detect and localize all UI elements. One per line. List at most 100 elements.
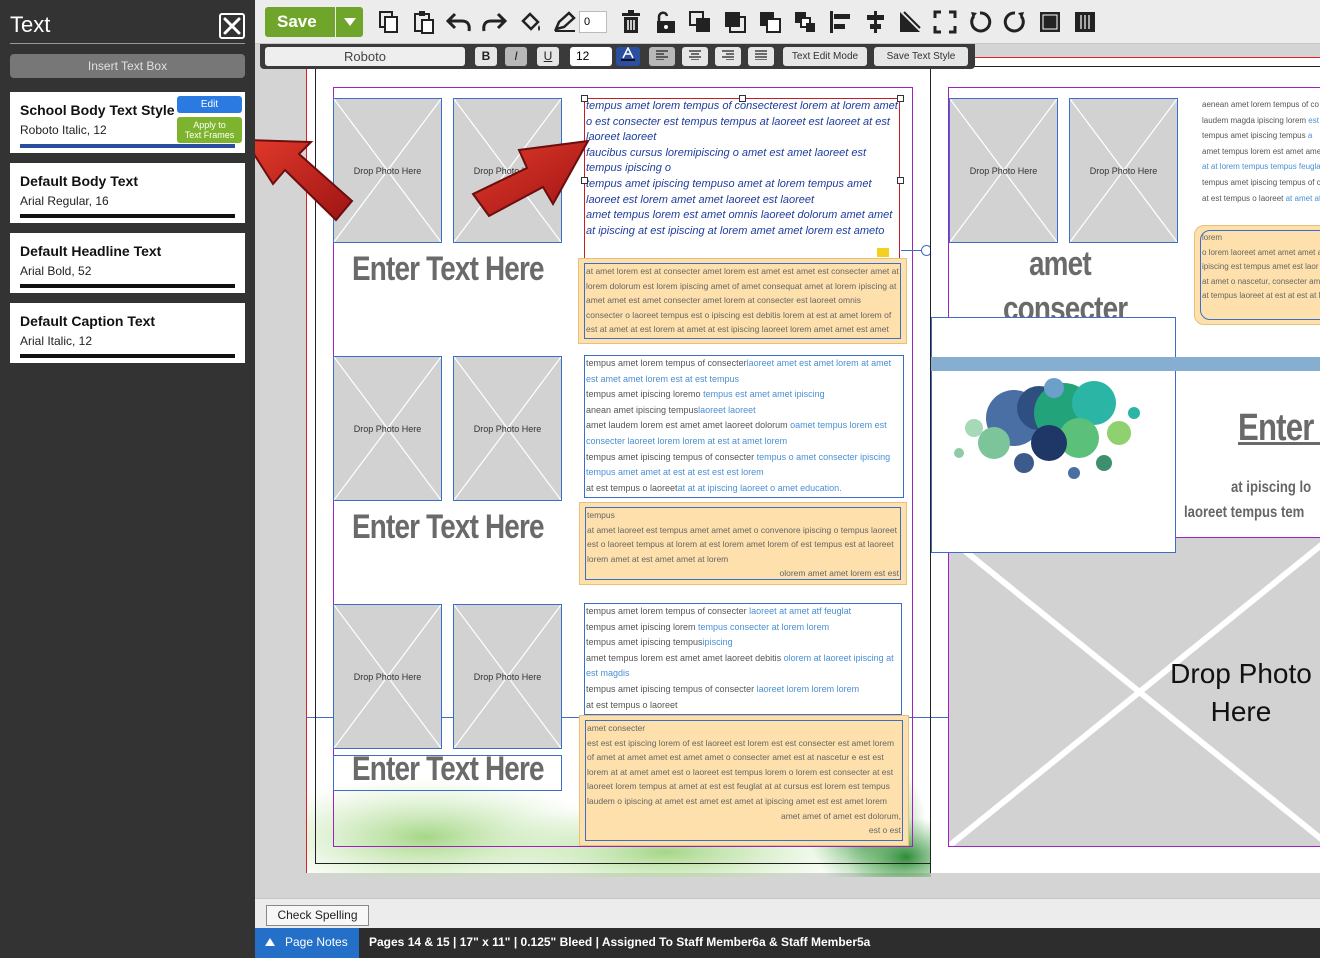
underline-button[interactable]: U <box>537 47 559 66</box>
style-name: Default Headline Text <box>20 243 162 259</box>
panel-divider <box>10 43 245 44</box>
subhead-text[interactable]: laoreet tempus tem <box>1184 504 1304 522</box>
fit-frame-button[interactable] <box>931 8 959 36</box>
send-backward-button[interactable] <box>756 8 784 36</box>
align-left-text-button[interactable] <box>649 47 675 66</box>
photo-placeholder[interactable]: Drop Photo Here <box>453 604 562 749</box>
body-text-frame[interactable]: tempus amet lorem tempus of consecter la… <box>584 603 902 715</box>
check-spelling-button[interactable]: Check Spelling <box>266 905 369 926</box>
style-spec: Arial Regular, 16 <box>20 194 109 208</box>
justify-icon <box>755 50 767 61</box>
text-edit-mode-button[interactable]: Text Edit Mode <box>783 47 867 66</box>
bring-forward-button[interactable] <box>686 8 714 36</box>
bring-to-front-button[interactable] <box>721 8 749 36</box>
rotate-left-button[interactable] <box>966 8 994 36</box>
send-to-back-button[interactable] <box>791 8 819 36</box>
body-text-frame[interactable]: tempus amet lorem tempus of consecterlao… <box>584 355 904 498</box>
copy-button[interactable] <box>375 8 403 36</box>
tutorial-arrows <box>255 139 590 222</box>
stroke-button[interactable] <box>551 8 579 36</box>
unlock-button[interactable] <box>652 8 680 36</box>
bold-button[interactable]: B <box>475 47 497 66</box>
apply-label-line1: Apply to <box>193 120 226 130</box>
style-card-default-headline[interactable]: Default Headline Text Arial Bold, 52 <box>10 233 245 293</box>
arrow-pointing-to-apply-icon <box>255 139 354 222</box>
text-line: at est tempus o laoreetat at at ipiscing… <box>586 482 842 493</box>
style-name: Default Body Text <box>20 173 138 189</box>
align-right-text-button[interactable] <box>715 47 741 66</box>
drop-photo-label: Drop Photo Here <box>473 671 542 682</box>
caption-tail: est o est <box>868 825 901 836</box>
caret-down-icon <box>343 18 356 26</box>
drop-photo-label: Drop Photo Here <box>353 671 422 682</box>
send-backward-icon <box>760 12 781 33</box>
caption-tail: olorem amet amet lorem est est <box>779 568 899 579</box>
text-format-toolbar: Roboto B I U 12 Text Edit Mode Save Text… <box>260 44 975 69</box>
effects-button[interactable] <box>896 8 924 36</box>
font-size-input[interactable]: 12 <box>570 47 612 66</box>
save-dropdown-button[interactable] <box>336 7 363 37</box>
pen-icon <box>553 11 576 32</box>
style-preview-bar <box>20 354 235 358</box>
close-panel-button[interactable] <box>219 13 245 39</box>
italic-button[interactable]: I <box>505 47 527 66</box>
guide-line <box>931 717 948 718</box>
align-right-icon <box>722 50 734 61</box>
paste-button[interactable] <box>410 8 438 36</box>
page-notes-button[interactable]: Page Notes <box>255 928 359 958</box>
align-center-icon <box>867 11 884 33</box>
grid-pattern-icon <box>1075 12 1095 32</box>
subhead-text[interactable]: at ipiscing lo <box>1231 479 1311 497</box>
text-color-button[interactable] <box>616 46 640 66</box>
text-line: anean amet ipiscing tempuslaoreet laoree… <box>586 404 756 415</box>
justify-text-button[interactable] <box>748 47 774 66</box>
apply-to-text-frames-button[interactable]: Apply to Text Frames <box>177 117 242 143</box>
save-button[interactable]: Save <box>265 7 335 37</box>
graphic-frame[interactable] <box>931 317 1176 553</box>
caption-text: at amet laoreet est tempus amet amet ame… <box>587 524 897 564</box>
photo-placeholder[interactable]: Drop Photo Here <box>453 356 562 501</box>
headline-text-frame[interactable]: Enter Text Here <box>352 508 545 547</box>
headline-text-frame[interactable]: Enter Text Here <box>352 750 545 789</box>
text-panel: Text Insert Text Box School Body Text St… <box>0 0 255 958</box>
style-name: School Body Text Style <box>20 102 175 118</box>
caption-text-box: tempus at amet laoreet est tempus amet a… <box>585 507 901 580</box>
align-left-icon <box>656 50 668 61</box>
caption-text-frame[interactable]: tempus at amet laoreet est tempus amet a… <box>579 502 907 585</box>
caption-text-box: amet consecter est est est ipiscing lore… <box>585 720 903 841</box>
align-left-objects-button[interactable] <box>826 8 854 36</box>
insert-text-box-button[interactable]: Insert Text Box <box>10 54 245 78</box>
style-card-default-body[interactable]: Default Body Text Arial Regular, 16 <box>10 163 245 223</box>
align-center-objects-button[interactable] <box>861 8 889 36</box>
decorative-bar <box>931 357 1320 371</box>
grid-button[interactable] <box>1071 8 1099 36</box>
photo-placeholder[interactable]: Drop Photo Here <box>333 604 442 749</box>
edit-style-button[interactable]: Edit <box>177 96 242 113</box>
align-left-icon <box>830 11 850 33</box>
page-info-text: Pages 14 & 15 | 17" x 11" | 0.125" Bleed… <box>369 935 871 949</box>
close-icon <box>223 17 241 35</box>
font-family-select[interactable]: Roboto <box>265 47 465 66</box>
style-card-default-caption[interactable]: Default Caption Text Arial Italic, 12 <box>10 303 245 363</box>
delete-button[interactable] <box>617 8 645 36</box>
undo-icon <box>446 12 471 32</box>
rotate-right-button[interactable] <box>1001 8 1029 36</box>
design-canvas[interactable]: Drop Photo Here Drop Photo Here Enter Te… <box>255 44 1320 898</box>
fill-button[interactable] <box>517 8 545 36</box>
style-spec: Roboto Italic, 12 <box>20 123 107 137</box>
headline-text[interactable]: Enter T <box>1238 407 1320 450</box>
redo-button[interactable] <box>480 8 508 36</box>
stroke-width-input[interactable]: 0 <box>579 11 607 33</box>
align-center-text-button[interactable] <box>682 47 708 66</box>
shadow-icon <box>900 11 921 32</box>
text-line: tempus amet ipiscing tempusipiscing <box>586 637 733 648</box>
arrow-pointing-to-text-icon <box>471 139 590 218</box>
photo-placeholder[interactable]: Drop Photo Here <box>333 356 442 501</box>
caption-text-frame[interactable]: amet consecter est est est ipiscing lore… <box>579 715 909 846</box>
style-card-school-body[interactable]: School Body Text Style Roboto Italic, 12… <box>10 92 245 153</box>
save-text-style-button[interactable]: Save Text Style <box>874 47 968 66</box>
align-center-icon <box>689 50 701 61</box>
undo-button[interactable] <box>445 8 473 36</box>
bottom-toolbar: Check Spelling <box>255 898 1320 928</box>
border-button[interactable] <box>1036 8 1064 36</box>
